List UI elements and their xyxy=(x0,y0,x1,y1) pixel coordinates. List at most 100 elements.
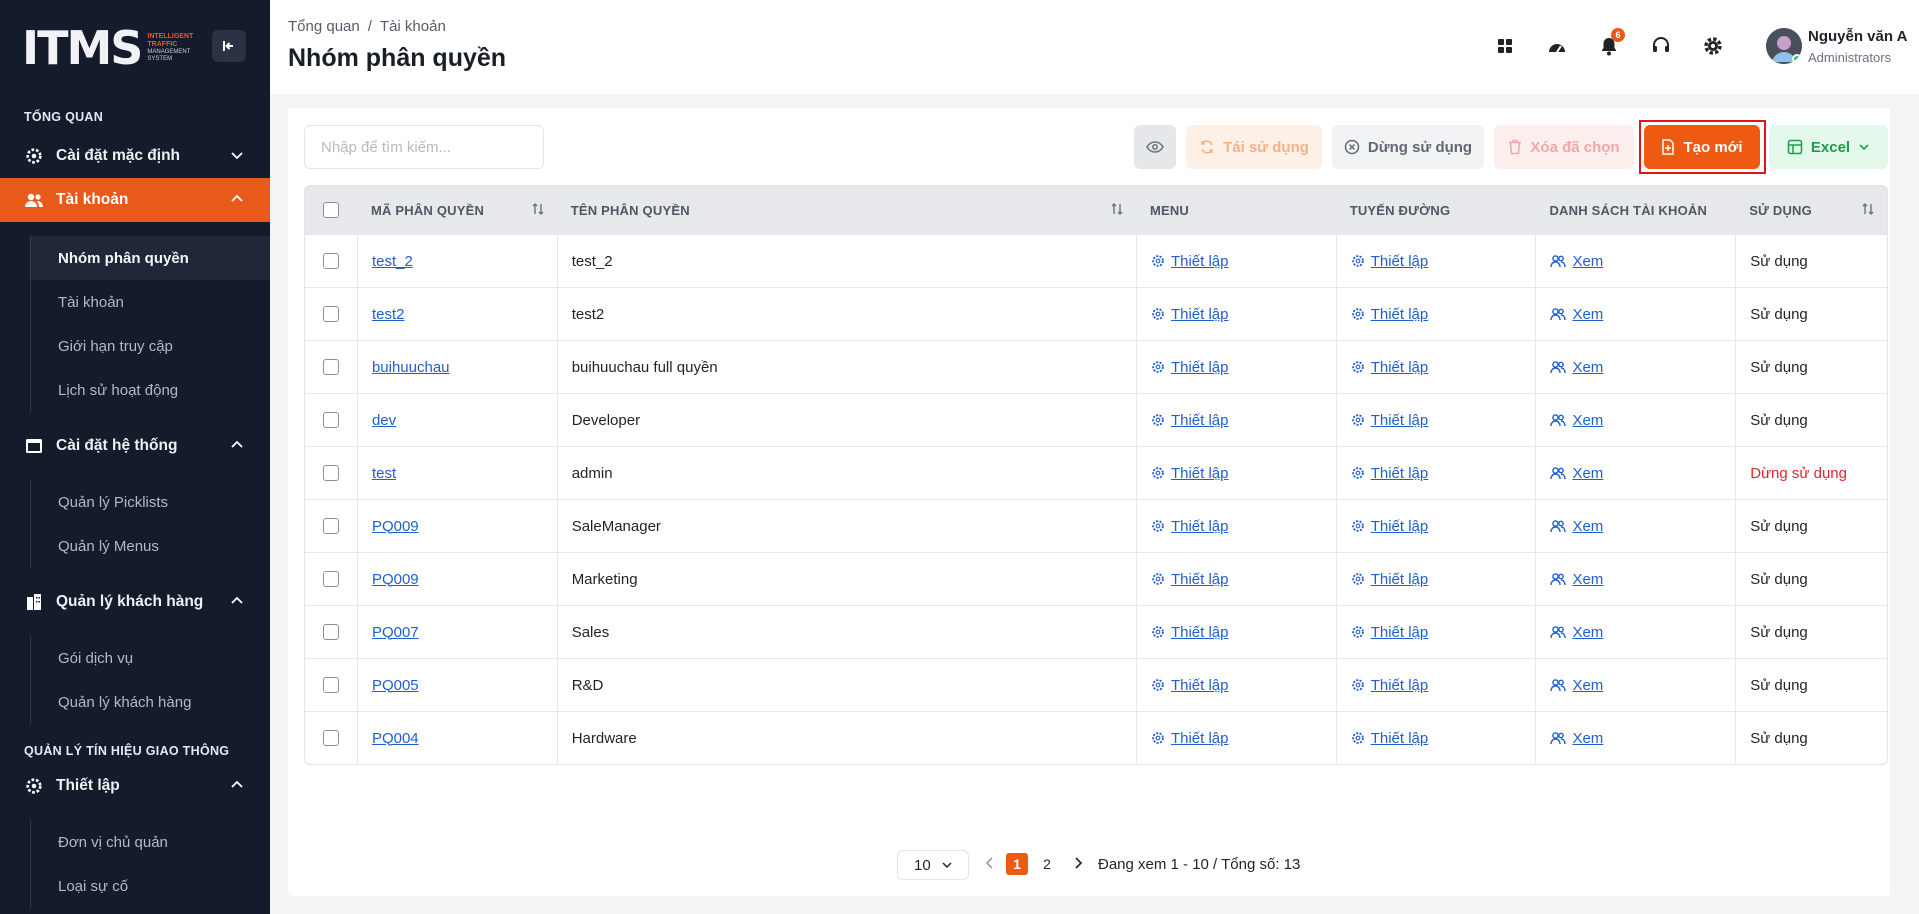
permission-code-link[interactable]: test2 xyxy=(372,306,405,323)
route-setup-link[interactable]: Thiết lập xyxy=(1351,624,1428,641)
sort-icon[interactable] xyxy=(1861,202,1875,216)
headset-support-icon[interactable] xyxy=(1647,32,1675,60)
view-accounts-link[interactable]: Xem xyxy=(1550,465,1603,482)
create-new-button[interactable]: Tạo mới xyxy=(1644,125,1760,169)
breadcrumb-item-account[interactable]: Tài khoản xyxy=(380,18,446,35)
route-setup-link[interactable]: Thiết lập xyxy=(1351,412,1428,429)
menu-setup-link[interactable]: Thiết lập xyxy=(1151,624,1228,641)
sidebar-item-menus[interactable]: Quản lý Menus xyxy=(31,524,270,568)
row-checkbox[interactable] xyxy=(322,412,339,428)
row-checkbox[interactable] xyxy=(322,677,339,693)
row-checkbox[interactable] xyxy=(322,624,339,640)
sidebar-group-customers[interactable]: Quản lý khách hàng xyxy=(0,580,270,624)
dashboard-gauge-icon[interactable] xyxy=(1543,32,1571,60)
row-checkbox[interactable] xyxy=(322,253,339,269)
column-header-code[interactable]: MÃ PHÂN QUYỀN xyxy=(357,186,557,234)
permission-code-link[interactable]: PQ009 xyxy=(372,571,419,588)
view-accounts-link[interactable]: Xem xyxy=(1550,518,1603,535)
sidebar-item-picklists[interactable]: Quản lý Picklists xyxy=(31,480,270,524)
menu-setup-link[interactable]: Thiết lập xyxy=(1151,465,1228,482)
row-checkbox[interactable] xyxy=(322,518,339,534)
settings-gear-icon[interactable] xyxy=(1699,32,1727,60)
row-checkbox[interactable] xyxy=(322,730,339,746)
view-accounts-link[interactable]: Xem xyxy=(1550,412,1603,429)
row-checkbox[interactable] xyxy=(322,571,339,587)
sort-icon[interactable] xyxy=(1110,202,1124,216)
route-setup-link[interactable]: Thiết lập xyxy=(1351,465,1428,482)
permission-code-link[interactable]: PQ009 xyxy=(372,518,419,535)
search-input[interactable] xyxy=(304,125,544,169)
sidebar-item-activity-history[interactable]: Lịch sử hoạt động xyxy=(31,368,270,412)
view-accounts-link[interactable]: Xem xyxy=(1550,624,1603,641)
view-accounts-link[interactable]: Xem xyxy=(1550,677,1603,694)
route-setup-link[interactable]: Thiết lập xyxy=(1351,306,1428,323)
column-header-status[interactable]: SỬ DỤNG xyxy=(1735,186,1887,234)
menu-setup-link[interactable]: Thiết lập xyxy=(1151,253,1228,270)
breadcrumb-item-overview[interactable]: Tổng quan xyxy=(288,18,360,35)
column-header-name[interactable]: TÊN PHÂN QUYỀN xyxy=(557,186,1136,234)
route-setup-link[interactable]: Thiết lập xyxy=(1351,359,1428,376)
sidebar-item-access-limits[interactable]: Giới hạn truy cập xyxy=(31,324,270,368)
collapse-sidebar-button[interactable] xyxy=(212,30,246,62)
menu-setup-link[interactable]: Thiết lập xyxy=(1151,412,1228,429)
reuse-button[interactable]: Tái sử dụng xyxy=(1186,125,1322,169)
name-cell: Hardware xyxy=(556,712,1136,764)
user-avatar[interactable] xyxy=(1766,28,1802,64)
sidebar-group-setup[interactable]: Thiết lập xyxy=(0,764,270,808)
menu-setup-link[interactable]: Thiết lập xyxy=(1151,677,1228,694)
permission-code-link[interactable]: buihuuchau xyxy=(372,359,450,376)
sidebar-item-incident-types[interactable]: Loại sự cố xyxy=(31,864,270,908)
brand: ITMS INTELLIGENT TRAFFIC MANAGEMENT SYST… xyxy=(0,0,270,96)
menu-setup-link[interactable]: Thiết lập xyxy=(1151,518,1228,535)
delete-selected-button[interactable]: Xóa đã chọn xyxy=(1494,125,1634,169)
code-cell: PQ009 xyxy=(356,500,557,552)
view-accounts-link[interactable]: Xem xyxy=(1550,571,1603,588)
row-checkbox[interactable] xyxy=(322,359,339,375)
sidebar-item-customer-management[interactable]: Quản lý khách hàng xyxy=(31,680,270,724)
menu-setup-link[interactable]: Thiết lập xyxy=(1151,306,1228,323)
route-setup-link[interactable]: Thiết lập xyxy=(1351,730,1428,747)
view-accounts-link[interactable]: Xem xyxy=(1550,306,1603,323)
page-size-select[interactable]: 10 xyxy=(897,850,969,880)
permission-code-link[interactable]: PQ007 xyxy=(372,624,419,641)
sidebar-item-accounts[interactable]: Tài khoản xyxy=(31,280,270,324)
select-all-checkbox[interactable] xyxy=(322,202,339,218)
permission-code-link[interactable]: dev xyxy=(372,412,396,429)
route-setup-link[interactable]: Thiết lập xyxy=(1351,571,1428,588)
permission-name: buihuuchau full quyền xyxy=(571,358,718,376)
permission-code-link[interactable]: test xyxy=(372,465,396,482)
menu-setup-link[interactable]: Thiết lập xyxy=(1151,730,1228,747)
row-checkbox[interactable] xyxy=(322,465,339,481)
view-accounts-link[interactable]: Xem xyxy=(1550,359,1603,376)
apps-grid-icon[interactable] xyxy=(1491,32,1519,60)
user-name[interactable]: Nguyễn văn A xyxy=(1808,28,1907,45)
excel-export-button[interactable]: Excel xyxy=(1769,125,1888,169)
sidebar-item-managing-units[interactable]: Đơn vị chủ quản xyxy=(31,820,270,864)
route-setup-link[interactable]: Thiết lập xyxy=(1351,518,1428,535)
previous-page-icon[interactable] xyxy=(983,856,997,870)
page-number-2[interactable]: 2 xyxy=(1036,853,1058,875)
permission-code-link[interactable]: PQ005 xyxy=(372,677,419,694)
route-setup-link[interactable]: Thiết lập xyxy=(1351,253,1428,270)
toggle-columns-button[interactable] xyxy=(1134,125,1176,169)
sidebar-group-account[interactable]: Tài khoản xyxy=(0,178,270,222)
menu-setup-link[interactable]: Thiết lập xyxy=(1151,571,1228,588)
page-number-1[interactable]: 1 xyxy=(1006,853,1028,875)
sort-icon[interactable] xyxy=(531,202,545,216)
route-cell: Thiết lập xyxy=(1335,659,1536,711)
sidebar-item-permission-groups[interactable]: Nhóm phân quyền xyxy=(31,236,270,280)
sidebar-group-default-settings[interactable]: Cài đặt mặc định xyxy=(0,134,270,178)
bell-icon[interactable]: 6 xyxy=(1595,28,1625,60)
sidebar-item-service-packages[interactable]: Gói dịch vụ xyxy=(31,636,270,680)
permission-code-link[interactable]: PQ004 xyxy=(372,730,419,747)
row-checkbox[interactable] xyxy=(322,306,339,322)
menu-setup-link[interactable]: Thiết lập xyxy=(1151,359,1228,376)
accounts-cell: Xem xyxy=(1535,288,1735,340)
stop-using-button[interactable]: Dừng sử dụng xyxy=(1332,125,1484,169)
sidebar-group-system-settings[interactable]: Cài đặt hệ thống xyxy=(0,424,270,468)
view-accounts-link[interactable]: Xem xyxy=(1550,253,1603,270)
next-page-icon[interactable] xyxy=(1071,856,1085,870)
route-setup-link[interactable]: Thiết lập xyxy=(1351,677,1428,694)
permission-code-link[interactable]: test_2 xyxy=(372,253,413,270)
view-accounts-link[interactable]: Xem xyxy=(1550,730,1603,747)
